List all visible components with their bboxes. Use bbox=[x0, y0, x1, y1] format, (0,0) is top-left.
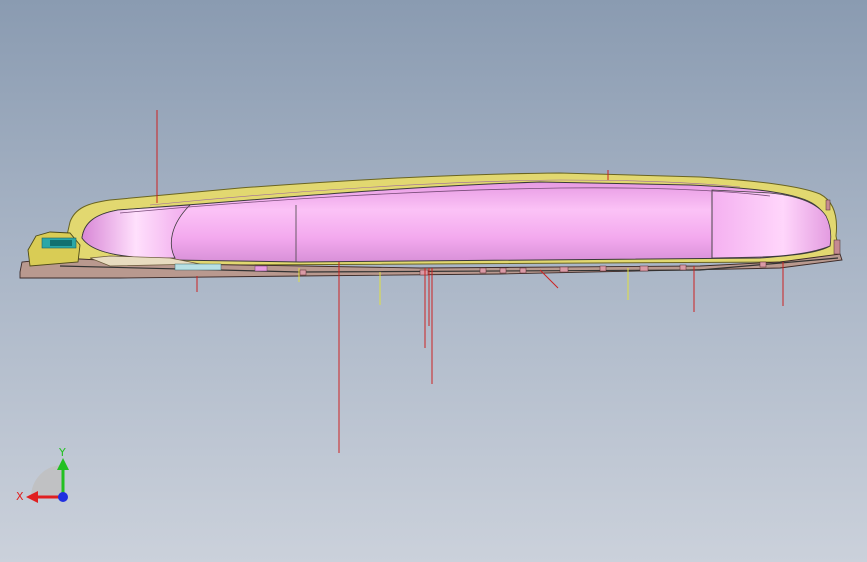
cad-viewport[interactable]: Y X bbox=[0, 0, 867, 562]
y-axis-arrow bbox=[57, 458, 69, 470]
coordinate-triad: Y X bbox=[16, 446, 69, 503]
y-axis-label: Y bbox=[58, 446, 66, 459]
z-axis-dot bbox=[58, 492, 68, 502]
x-axis-label: X bbox=[16, 490, 24, 503]
